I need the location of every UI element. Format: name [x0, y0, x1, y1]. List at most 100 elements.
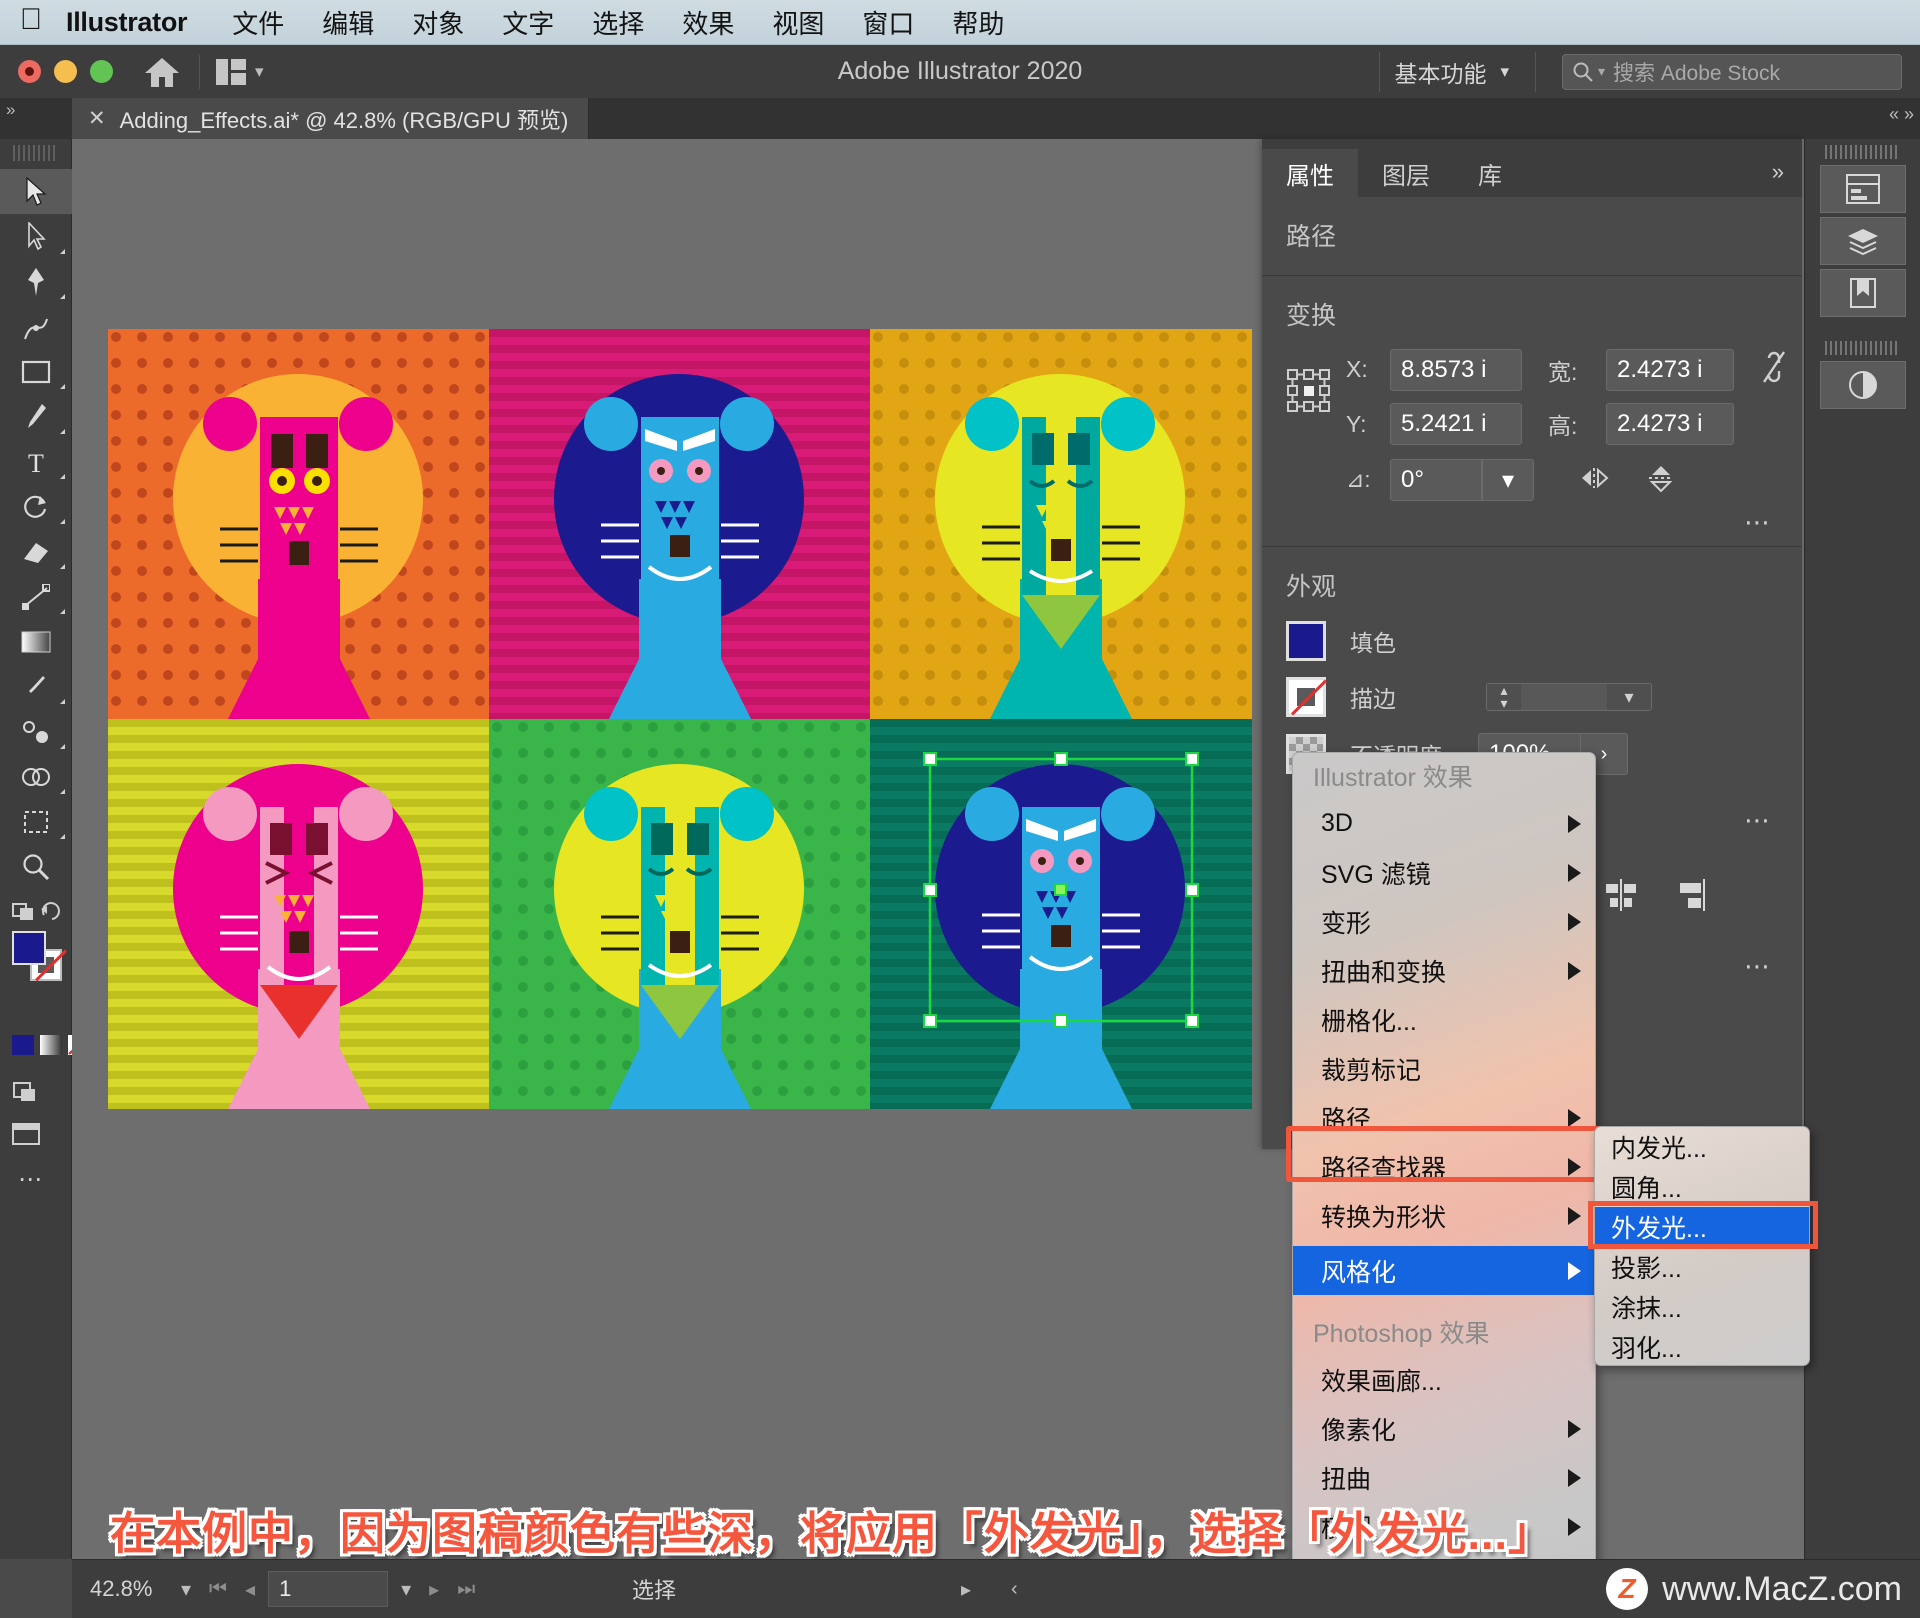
apple-icon[interactable]: 	[0, 5, 62, 40]
stroke-weight-input[interactable]	[1521, 684, 1607, 710]
y-input[interactable]: 5.2421 i	[1390, 403, 1522, 445]
artboard[interactable]	[108, 329, 1252, 1109]
last-artboard-icon[interactable]: ⏭	[448, 1578, 484, 1601]
menu-item-rasterize[interactable]: 栅格化...	[1293, 995, 1595, 1044]
artboard-number-input[interactable]: 1	[268, 1571, 388, 1607]
menu-item-distort-transform[interactable]: 扭曲和变换	[1293, 946, 1595, 995]
close-window-button[interactable]	[18, 60, 41, 83]
angle-input[interactable]: 0°	[1390, 459, 1482, 501]
menu-item-effect-gallery[interactable]: 效果画廊...	[1293, 1355, 1595, 1404]
menu-item-svg-filters[interactable]: SVG 滤镜	[1293, 848, 1595, 897]
close-icon[interactable]: ✕	[88, 106, 106, 131]
tab-libraries[interactable]: 库	[1454, 149, 1526, 197]
menu-item-effect[interactable]: 效果	[663, 4, 753, 41]
layers-panel-icon[interactable]	[1820, 217, 1906, 265]
type-tool[interactable]: T	[0, 439, 72, 484]
tab-layers[interactable]: 图层	[1358, 149, 1454, 197]
panel-expand-icon[interactable]: »	[6, 100, 15, 120]
selection-tool[interactable]	[0, 169, 72, 214]
reference-point-icon[interactable]	[1286, 348, 1346, 419]
curvature-tool[interactable]	[0, 304, 72, 349]
eyedropper-tool[interactable]	[0, 664, 72, 709]
stroke-weight-control[interactable]: ▴▾ ▾	[1486, 683, 1652, 711]
pen-tool[interactable]	[0, 259, 72, 304]
arrange-documents-icon[interactable]	[216, 59, 246, 85]
stroke-chevron-down-icon[interactable]: ▾	[1607, 684, 1651, 710]
search-chevron-down-icon[interactable]: ▾	[1598, 63, 1605, 80]
menu-item-stylize-illustrator[interactable]: 风格化	[1293, 1246, 1595, 1295]
rectangle-tool[interactable]	[0, 349, 72, 394]
gradient-tool[interactable]	[0, 619, 72, 664]
appearance-more-icon[interactable]: ⋯	[1744, 805, 1772, 836]
angle-chevron-down-icon[interactable]: ▾	[1482, 459, 1534, 501]
menu-item-3d[interactable]: 3D	[1293, 799, 1595, 848]
shape-builder-tool[interactable]	[0, 754, 72, 799]
menu-item-window[interactable]: 窗口	[843, 4, 933, 41]
align-right-icon[interactable]	[1670, 878, 1708, 917]
height-input[interactable]: 2.4273 i	[1606, 403, 1734, 445]
flip-vertical-icon[interactable]	[1646, 463, 1676, 498]
submenu-item-drop-shadow[interactable]: 投影...	[1595, 1247, 1809, 1287]
zoom-level[interactable]: 42.8%	[72, 1576, 172, 1602]
submenu-item-scribble[interactable]: 涂抹...	[1595, 1287, 1809, 1327]
transform-more-icon[interactable]: ⋯	[1744, 507, 1772, 538]
menu-item-object[interactable]: 对象	[393, 4, 483, 41]
scale-tool[interactable]	[0, 574, 72, 619]
fill-swatch[interactable]	[12, 931, 46, 965]
toolbar-grip[interactable]	[13, 145, 58, 161]
screen-mode-icon[interactable]	[12, 1123, 34, 1143]
menu-item-crop-marks[interactable]: 裁剪标记	[1293, 1044, 1595, 1093]
page-chevron-down-icon[interactable]: ▾	[392, 1577, 420, 1602]
workspace-chevron-down-icon[interactable]: ▾	[1500, 62, 1509, 82]
document-tab[interactable]: ✕ Adding_Effects.ai* @ 42.8% (RGB/GPU 预览…	[72, 98, 589, 139]
menu-app-name[interactable]: Illustrator	[62, 7, 213, 38]
next-artboard-icon[interactable]: ▸	[420, 1577, 448, 1602]
stepper-icon[interactable]: ▴▾	[1487, 684, 1521, 710]
stroke-color-swatch[interactable]	[1286, 677, 1326, 717]
x-input[interactable]: 8.8573 i	[1390, 349, 1522, 391]
menu-item-pixelate[interactable]: 像素化	[1293, 1404, 1595, 1453]
eraser-tool[interactable]	[0, 529, 72, 574]
undo-icon[interactable]	[40, 901, 62, 921]
artboard-tool[interactable]	[0, 799, 72, 844]
properties-panel-icon[interactable]	[1820, 165, 1906, 213]
submenu-item-inner-glow[interactable]: 内发光...	[1595, 1127, 1809, 1167]
menu-item-file[interactable]: 文件	[213, 4, 303, 41]
panel-menu-icon[interactable]: »	[1772, 159, 1802, 197]
home-icon[interactable]	[141, 51, 183, 93]
zoom-chevron-down-icon[interactable]: ▾	[172, 1577, 200, 1602]
width-input[interactable]: 2.4273 i	[1606, 349, 1734, 391]
submenu-item-feather[interactable]: 羽化...	[1595, 1327, 1809, 1367]
chevron-left-icon[interactable]: ‹	[1002, 1578, 1027, 1601]
blend-tool[interactable]	[0, 709, 72, 754]
menu-item-view[interactable]: 视图	[753, 4, 843, 41]
align-horizontal-center-icon[interactable]	[1602, 878, 1640, 917]
change-screen-mode-icon[interactable]	[12, 901, 34, 921]
more-tools-icon[interactable]: ⋯	[18, 1173, 40, 1193]
tab-properties[interactable]: 属性	[1262, 149, 1358, 197]
gradient-swatch-icon[interactable]	[40, 1035, 62, 1055]
libraries-panel-icon[interactable]	[1820, 269, 1906, 317]
paintbrush-tool[interactable]	[0, 394, 72, 439]
dock-grip[interactable]	[1825, 145, 1900, 159]
play-icon[interactable]: ▸	[952, 1577, 980, 1602]
menu-item-type[interactable]: 文字	[483, 4, 573, 41]
minimize-window-button[interactable]	[54, 60, 77, 83]
drawing-mode-icon[interactable]	[12, 1081, 34, 1101]
fill-stroke-swatches[interactable]	[12, 931, 62, 981]
flip-horizontal-icon[interactable]	[1580, 465, 1614, 496]
artwork-lion-grid[interactable]	[108, 329, 1252, 1109]
menu-item-convert-to-shape[interactable]: 转换为形状	[1293, 1191, 1595, 1240]
direct-selection-tool[interactable]	[0, 214, 72, 259]
maximize-window-button[interactable]	[90, 60, 113, 83]
align-more-icon[interactable]: ⋯	[1744, 951, 1772, 982]
color-guide-panel-icon[interactable]	[1820, 361, 1906, 409]
search-input[interactable]: ▾ 搜索 Adobe Stock	[1562, 54, 1902, 90]
menu-item-warp[interactable]: 变形	[1293, 897, 1595, 946]
first-artboard-icon[interactable]: ⏮	[200, 1578, 236, 1601]
prev-artboard-icon[interactable]: ◂	[236, 1577, 264, 1602]
menu-item-edit[interactable]: 编辑	[303, 4, 393, 41]
menu-item-distort[interactable]: 扭曲	[1293, 1453, 1595, 1502]
color-swatch-icon[interactable]	[12, 1035, 34, 1055]
tabbar-collapse-icon[interactable]: « »	[1889, 104, 1914, 125]
